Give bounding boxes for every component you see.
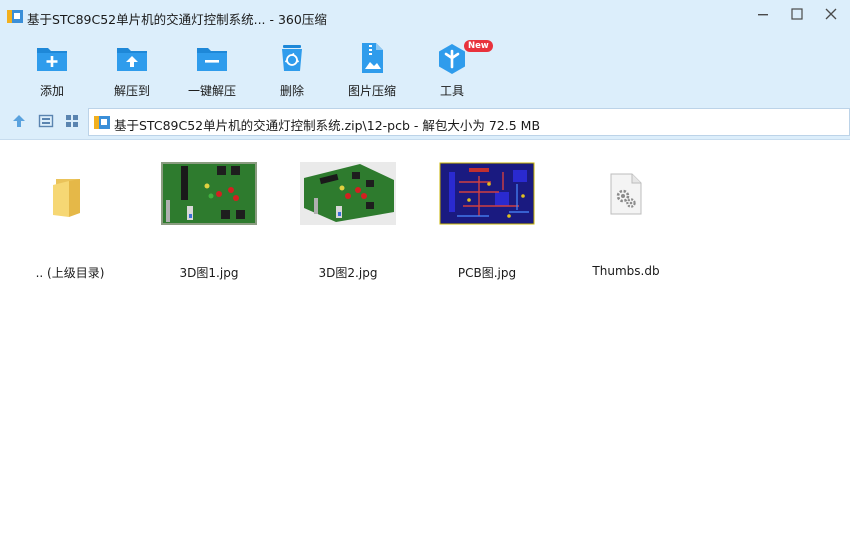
file-name: PCB图.jpg bbox=[457, 266, 517, 280]
add-button[interactable]: 添加 bbox=[14, 40, 90, 100]
file-name: .. (上级目录) bbox=[35, 266, 105, 280]
archive-icon bbox=[94, 116, 110, 129]
file-name: Thumbs.db bbox=[592, 264, 660, 278]
file-item-3d2[interactable]: 3D图2.jpg bbox=[288, 159, 408, 280]
tools-label: 工具 bbox=[439, 84, 464, 98]
toolbar: 添加 解压到 一键解压 删除 图片压缩 New 工具 bbox=[0, 34, 850, 102]
extract-to-label: 解压到 bbox=[113, 84, 150, 98]
title-bar: 基于STC89C52单片机的交通灯控制系统... - 360压缩 bbox=[0, 0, 850, 34]
tools-button[interactable]: New 工具 bbox=[414, 40, 493, 100]
file-item-pcb[interactable]: PCB图.jpg bbox=[427, 159, 547, 280]
extract-to-button[interactable]: 解压到 bbox=[94, 40, 170, 100]
delete-label: 删除 bbox=[279, 84, 304, 98]
archive-app-icon bbox=[7, 10, 23, 23]
one-click-extract-label: 一键解压 bbox=[187, 84, 236, 98]
file-item-thumbs[interactable]: Thumbs.db bbox=[566, 159, 686, 278]
file-name: 3D图1.jpg bbox=[179, 266, 239, 280]
file-item-3d1[interactable]: 3D图1.jpg bbox=[149, 159, 269, 280]
address-path: 基于STC89C52单片机的交通灯控制系统.zip\12-pcb - 解包大小为… bbox=[114, 118, 541, 133]
one-click-extract-button[interactable]: 一键解压 bbox=[174, 40, 250, 100]
recycle-bin-icon bbox=[282, 45, 302, 71]
address-bar: 基于STC89C52单片机的交通灯控制系统.zip\12-pcb - 解包大小为… bbox=[0, 102, 850, 140]
system-file-gear-icon bbox=[610, 173, 642, 215]
window-title: 基于STC89C52单片机的交通灯控制系统... - 360压缩 bbox=[27, 12, 327, 27]
one-click-extract-icon bbox=[197, 48, 227, 71]
up-arrow-icon[interactable] bbox=[11, 113, 27, 129]
pcb-layout-thumbnail bbox=[439, 162, 535, 225]
address-field[interactable]: 基于STC89C52单片机的交通灯控制系统.zip\12-pcb - 解包大小为… bbox=[88, 108, 850, 136]
pcb-3d-thumbnail bbox=[300, 162, 396, 225]
parent-folder-icon bbox=[53, 179, 80, 217]
window-controls[interactable] bbox=[746, 0, 850, 30]
add-label: 添加 bbox=[39, 84, 64, 98]
delete-button[interactable]: 删除 bbox=[254, 40, 330, 100]
add-folder-icon bbox=[37, 48, 67, 71]
minimize-icon bbox=[758, 14, 768, 16]
image-compress-label: 图片压缩 bbox=[347, 84, 396, 98]
image-compress-icon bbox=[362, 43, 383, 73]
detail-view-icon[interactable] bbox=[38, 113, 54, 129]
extract-to-folder-icon bbox=[117, 48, 147, 71]
file-item-parent[interactable]: .. (上级目录) bbox=[10, 159, 130, 280]
file-name: 3D图2.jpg bbox=[318, 266, 378, 280]
grid-view-icon[interactable] bbox=[64, 113, 80, 129]
close-icon bbox=[825, 8, 837, 20]
file-list: .. (上级目录) 3D图1.jpg 3D图2.jpg PCB图.jpg Thu… bbox=[0, 141, 850, 543]
pcb-3d-thumbnail bbox=[161, 162, 257, 225]
image-compress-button[interactable]: 图片压缩 bbox=[334, 40, 410, 100]
new-badge: New bbox=[464, 40, 493, 52]
maximize-icon bbox=[791, 8, 803, 20]
